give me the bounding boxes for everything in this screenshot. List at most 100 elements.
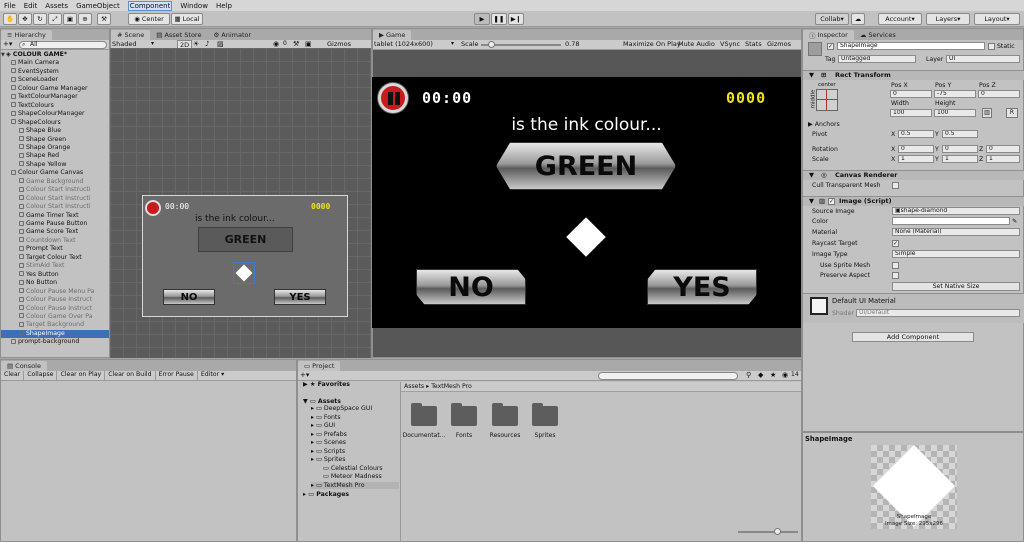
anchor-presets-button[interactable] [816,89,838,111]
project-search-input[interactable] [598,372,738,380]
hierarchy-item[interactable]: Shape Blue [1,127,109,135]
layers-dropdown[interactable]: Layers ▾ [926,13,970,25]
scene-ui-canvas[interactable]: 00:00 0000 is the ink colour... GREEN NO… [142,195,348,317]
hierarchy-item[interactable]: EventSystem [1,68,109,76]
menu-component[interactable]: Component [127,0,173,11]
project-tree-item[interactable]: ▭ Meteor Madness [323,473,382,480]
tools-icon[interactable]: ⚒ [293,40,299,48]
scene-shape-selection[interactable] [233,262,255,284]
icon-size-slider[interactable] [738,528,798,535]
hierarchy-search-input[interactable]: ⌕ All [19,41,107,49]
hand-tool-button[interactable]: ✋ [3,13,17,25]
project-tree-item[interactable]: ▸ ▭ GUI [311,422,335,429]
pivot-local-toggle[interactable]: ▦ Local [171,13,203,25]
shader-dropdown[interactable]: UI/Default [856,309,1020,317]
scale-tool-button[interactable]: ⤢ [48,13,62,25]
set-native-size-button[interactable]: Set Native Size [892,282,1020,291]
project-tree-item[interactable]: ▸ ▭ Prefabs [311,431,347,438]
hierarchy-item[interactable]: Game Score Text [1,228,109,236]
menu-assets[interactable]: Assets [45,2,68,10]
folder-fonts[interactable]: Fonts [442,432,486,439]
hierarchy-item[interactable]: Shape Red [1,152,109,160]
pivot-y-input[interactable]: 0.5 [942,130,978,138]
scale-y-input[interactable]: 1 [942,155,978,163]
favorites-node[interactable]: ▶ ★ Favorites [303,381,350,388]
filter-label-icon[interactable]: ◆ [758,371,763,379]
image-type-dropdown[interactable]: Simple [892,250,1020,258]
project-create-button[interactable]: +▾ [300,371,309,379]
color-field[interactable] [892,217,1010,225]
raw-edit-button[interactable]: R [1006,108,1018,118]
hierarchy-item[interactable]: Colour Game Canvas [1,169,109,177]
folder-icon[interactable] [532,403,558,426]
height-input[interactable]: 100 [934,109,976,117]
console-clear-on-build-toggle[interactable]: Clear on Build [105,371,156,380]
menu-gameobject[interactable]: GameObject [76,2,120,10]
hierarchy-item[interactable]: Target Colour Text [1,254,109,262]
filter-type-icon[interactable]: ⚲ [746,371,751,379]
scale-z-input[interactable]: 1 [986,155,1020,163]
hierarchy-item[interactable]: ShapeColourManager [1,110,109,118]
audio-toggle-icon[interactable]: ♪ [205,40,209,48]
console-clear-button[interactable]: Clear [1,371,25,380]
pivot-x-input[interactable]: 0.5 [898,130,934,138]
maximize-on-play-toggle[interactable]: Maximize On Play [623,40,681,48]
account-dropdown[interactable]: Account ▾ [878,13,922,25]
folder-resources[interactable]: Resources [483,432,527,439]
tab-inspector[interactable]: ⓘ Inspector [803,30,854,40]
rot-x-input[interactable]: 0 [898,145,934,153]
hierarchy-item[interactable]: Game Timer Text [1,212,109,220]
game-pause-button[interactable] [378,83,408,113]
active-checkbox[interactable]: ✓ [827,43,834,50]
project-splitter[interactable] [400,382,401,541]
hierarchy-item[interactable]: StimAid Text [1,262,109,270]
hierarchy-item[interactable]: Colour Pause Instruct [1,296,109,304]
hierarchy-item[interactable]: ShapeColours [1,119,109,127]
hierarchy-item[interactable]: Shape Orange [1,144,109,152]
cull-checkbox[interactable] [892,182,899,189]
anchors-foldout[interactable]: ▶ Anchors [808,121,840,128]
folder-sprites[interactable]: Sprites [523,432,567,439]
image-enabled-checkbox[interactable]: ✓ [828,198,835,205]
posz-input[interactable]: 0 [978,90,1020,98]
scene-no-button[interactable]: NO [163,289,215,305]
layout-dropdown[interactable]: Layout ▾ [974,13,1020,25]
pivot-center-toggle[interactable]: ◉ Center [128,13,170,25]
tab-services[interactable]: ☁ Services [854,30,902,40]
project-tree-item[interactable]: ▸ ▭ Sprites [311,456,345,463]
project-tree-item[interactable]: ▸ ▭ Scenes [311,439,346,446]
hierarchy-item[interactable]: Colour Start Instructi [1,195,109,203]
add-component-button[interactable]: Add Component [852,332,974,342]
layer-dropdown[interactable]: UI [946,55,1020,63]
scale-x-input[interactable]: 1 [898,155,934,163]
tab-asset-store[interactable]: ▤ Asset Store [150,30,207,40]
hierarchy-item[interactable]: ShapeImage [1,329,109,339]
console-editor-dropdown[interactable]: Editor ▾ [198,371,227,380]
assets-node[interactable]: ▼ ▭ Assets [303,398,341,405]
lighting-toggle-icon[interactable]: ☀ [193,40,199,48]
move-tool-button[interactable]: ✥ [18,13,32,25]
folder-icon[interactable] [492,403,518,426]
vsync-toggle[interactable]: VSync [720,40,740,48]
hierarchy-item[interactable]: Target Background [1,321,109,329]
collab-dropdown[interactable]: Collab ▾ [815,13,849,25]
stats-toggle[interactable]: Stats [745,40,762,48]
icon-size-thumb[interactable] [774,528,781,535]
scene-pause-icon[interactable] [145,200,161,216]
resolution-dropdown[interactable]: tablet (1024x600) [374,40,433,48]
hierarchy-item[interactable]: Colour Pause Instruct [1,305,109,313]
rect-tool-button[interactable]: ▣ [63,13,77,25]
rect-transform-header[interactable]: ▼ ⊞ Rect Transform [803,70,1024,80]
scene-view-canvas[interactable]: 00:00 0000 is the ink colour... GREEN NO… [110,48,371,358]
rotate-tool-button[interactable]: ↻ [33,13,47,25]
hierarchy-item[interactable]: Colour Start Instructi [1,203,109,211]
canvas-renderer-header[interactable]: ▼ ◎ Canvas Renderer [803,170,1024,180]
scale-slider-thumb[interactable] [487,41,495,48]
create-button[interactable]: +▾ [3,40,12,48]
project-tree-item[interactable]: ▸ ▭ Scripts [311,448,345,455]
tab-hierarchy[interactable]: ≡ Hierarchy [1,30,52,40]
hierarchy-item[interactable]: TextColours [1,102,109,110]
hierarchy-item[interactable]: Shape Yellow [1,161,109,169]
cloud-button[interactable]: ☁ [851,13,865,25]
breadcrumb-textmeshpro[interactable]: TextMesh Pro [431,383,472,390]
